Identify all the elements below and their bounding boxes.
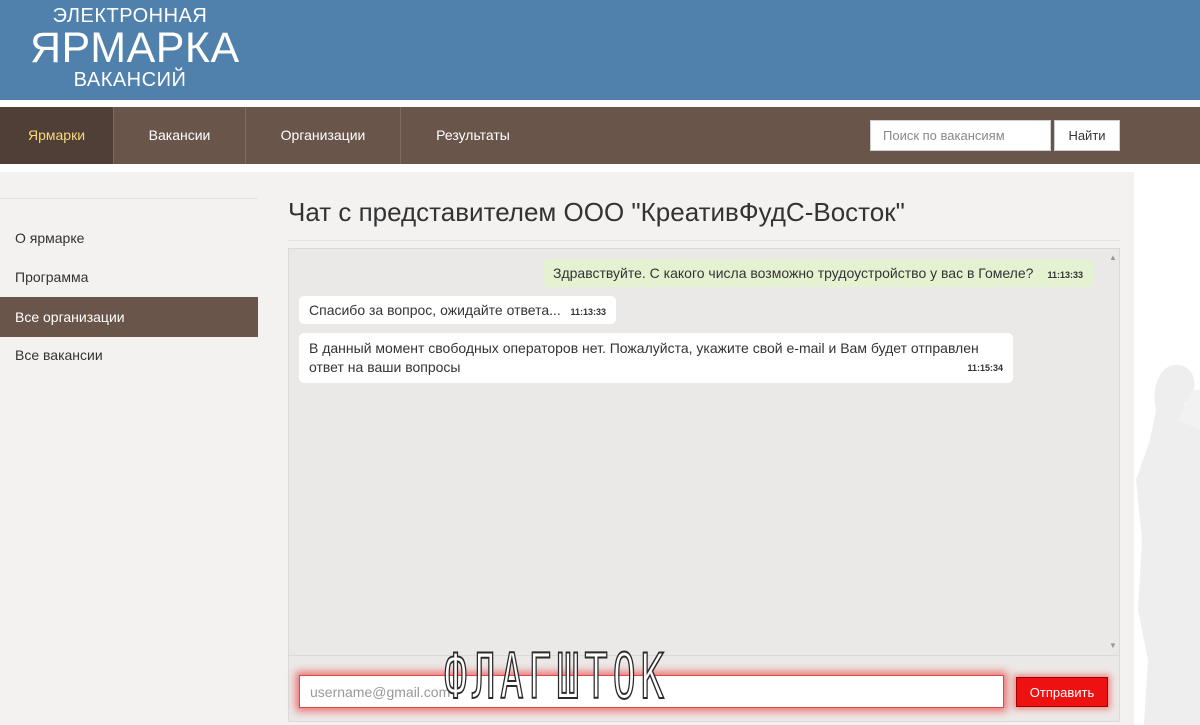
- sidebar-divider: [0, 198, 258, 199]
- search-input[interactable]: [870, 120, 1051, 151]
- chat-messages-area[interactable]: Здравствуйте. С какого числа возможно тр…: [288, 248, 1120, 656]
- message-time: 11:13:33: [570, 307, 606, 317]
- nav-item-results[interactable]: Результаты: [401, 107, 545, 164]
- send-button[interactable]: Отправить: [1016, 677, 1108, 707]
- scroll-down-icon[interactable]: ▼: [1109, 642, 1117, 650]
- site-header: ЭЛЕКТРОННАЯ ЯРМАРКА ВАКАНСИЙ: [0, 0, 1200, 100]
- search-button[interactable]: Найти: [1054, 120, 1120, 151]
- nav-item-fairs[interactable]: Ярмарки: [0, 107, 114, 164]
- site-logo[interactable]: ЭЛЕКТРОННАЯ ЯРМАРКА ВАКАНСИЙ: [30, 5, 240, 91]
- chat-message-in: Спасибо за вопрос, ожидайте ответа... 11…: [299, 296, 616, 324]
- scroll-up-icon[interactable]: ▲: [1109, 254, 1117, 262]
- message-text: Здравствуйте. С какого числа возможно тр…: [553, 265, 1034, 281]
- title-divider: [288, 240, 1120, 241]
- email-input[interactable]: [299, 675, 1004, 708]
- nav-item-organizations[interactable]: Организации: [246, 107, 401, 164]
- main-nav: Ярмарки Вакансии Организации Результаты …: [0, 107, 1200, 164]
- chat-message-in: В данный момент свободных операторов нет…: [299, 333, 1013, 383]
- message-time: 11:13:33: [1047, 270, 1083, 280]
- sidebar-item-program[interactable]: Программа: [0, 257, 258, 297]
- logo-line-2: ЯРМАРКА: [30, 24, 240, 72]
- page-title: Чат с представителем ООО "КреативФудС-Во…: [288, 197, 905, 227]
- message-time: 11:15:34: [967, 363, 1003, 373]
- logo-line-3: ВАКАНСИЙ: [73, 69, 187, 91]
- logo-line-1: ЭЛЕКТРОННАЯ: [52, 5, 208, 27]
- chat-input-bar: Отправить: [288, 656, 1120, 722]
- chat-message-out: Здравствуйте. С какого числа возможно тр…: [543, 259, 1093, 287]
- message-text-line-2: ответ на ваши вопросы: [309, 359, 461, 375]
- sidebar-item-all-vacancies[interactable]: Все вакансии: [0, 335, 258, 375]
- worker-silhouette-icon: [1136, 364, 1200, 725]
- sidebar-item-about[interactable]: О ярмарке: [0, 218, 258, 258]
- chat-scrollbar[interactable]: ▲ ▼: [1107, 249, 1119, 655]
- message-text-line-1: В данный момент свободных операторов нет…: [309, 340, 979, 356]
- nav-item-vacancies[interactable]: Вакансии: [114, 107, 246, 164]
- message-text: Спасибо за вопрос, ожидайте ответа...: [309, 302, 561, 318]
- sidebar-item-all-organizations[interactable]: Все организации: [0, 297, 258, 337]
